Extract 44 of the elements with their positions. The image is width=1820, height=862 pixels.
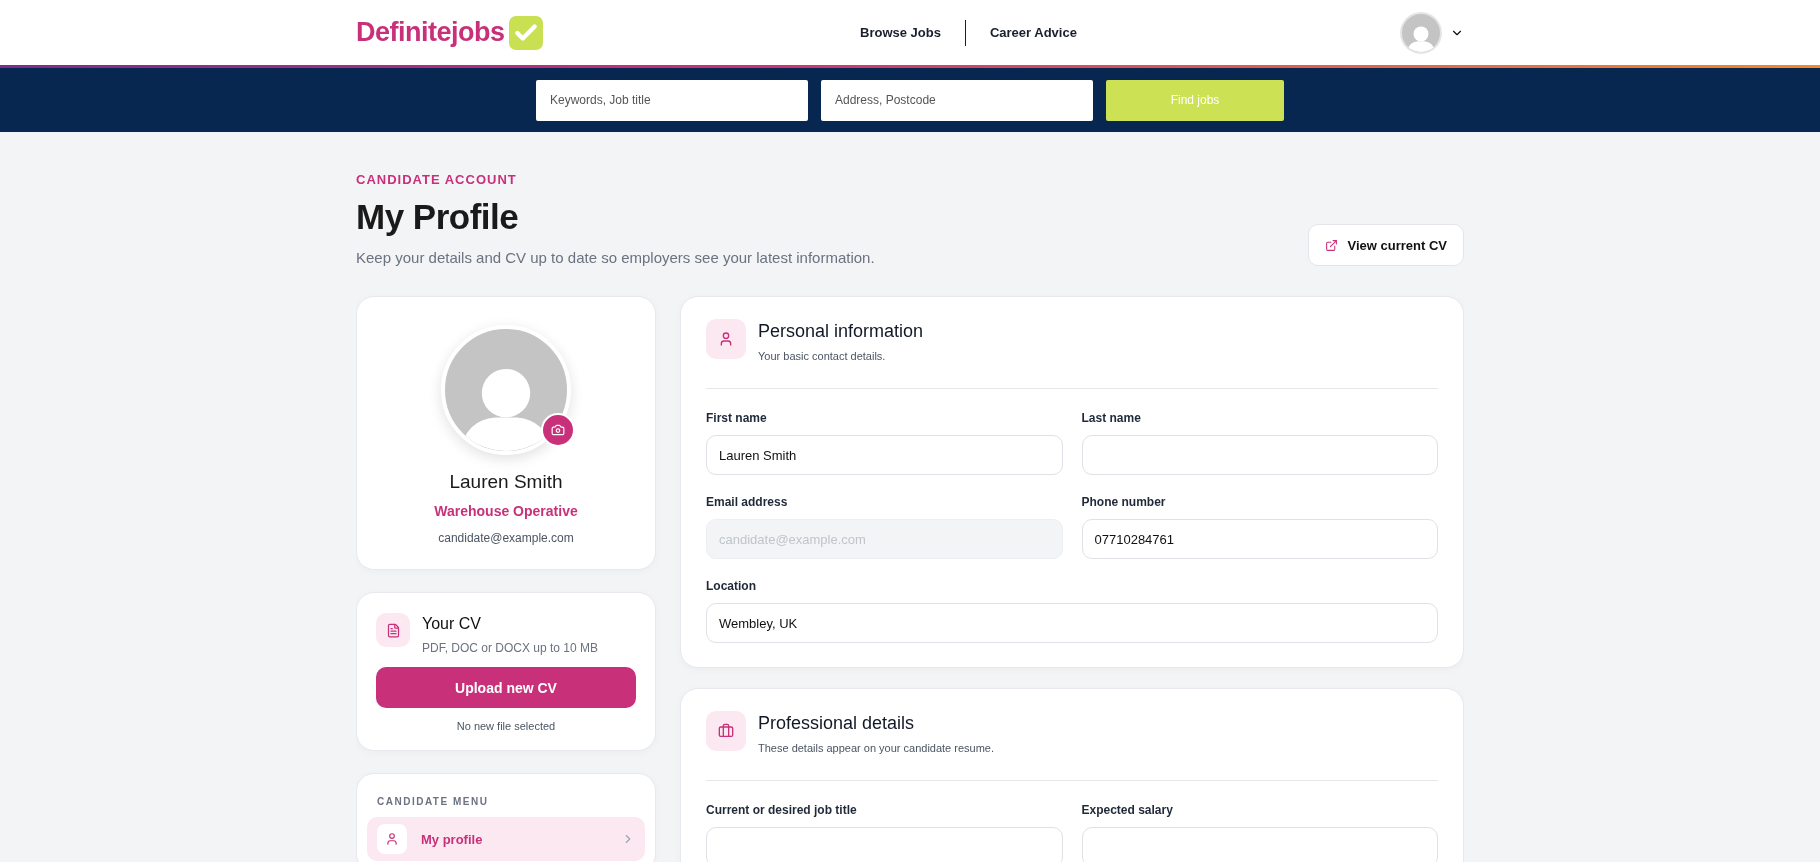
menu-heading: CANDIDATE MENU	[376, 796, 490, 807]
section-subtitle: These details appear on your candidate resume.	[758, 742, 995, 754]
checkmark-logo-icon	[508, 15, 543, 50]
input-field[interactable]: Wembley, UK	[706, 603, 1438, 643]
section-title: Personal information	[758, 321, 924, 342]
section-title: Professional details	[758, 713, 916, 734]
profile-name: Lauren Smith	[449, 471, 563, 493]
person-icon	[377, 824, 407, 854]
input-field[interactable]	[1081, 435, 1438, 475]
page-eyebrow: CANDIDATE ACCOUNT	[356, 172, 518, 187]
page-subtitle: Keep your details and CV up to date so employers see your latest information.	[356, 249, 875, 266]
document-icon	[376, 613, 410, 647]
camera-icon	[551, 423, 565, 437]
field-label: Current or desired job title	[706, 803, 858, 817]
camera-button[interactable]	[541, 413, 575, 447]
field-label: Phone number	[1081, 495, 1167, 509]
profile-email: candidate@example.com	[438, 531, 574, 545]
keyword-search-field[interactable]: Keywords, Job title	[536, 79, 808, 121]
field-label: Expected salary	[1081, 803, 1174, 817]
logo-text[interactable]: Definitejobs	[356, 17, 505, 48]
nav-link[interactable]: Career Advice	[964, 19, 1101, 46]
page-title: My Profile	[356, 197, 520, 237]
nav-link[interactable]: Browse Jobs	[836, 19, 965, 46]
view-cv-button[interactable]: View current CV	[1307, 224, 1464, 266]
external-link-icon	[1324, 238, 1338, 252]
field-label: Last name	[1081, 411, 1142, 425]
input-field[interactable]	[1081, 827, 1438, 862]
input-field[interactable]: 07710284761	[1081, 519, 1438, 559]
upload-cv-button[interactable]: Upload new CV	[376, 667, 636, 708]
cv-title: Your CV	[422, 615, 482, 633]
cv-hint: PDF, DOC or DOCX up to 10 MB	[422, 641, 599, 655]
section-subtitle: Your basic contact details.	[758, 350, 887, 362]
field-label: First name	[706, 411, 768, 425]
briefcase-icon	[718, 723, 734, 739]
file-status: No new file selected	[455, 720, 557, 732]
field-label: Email address	[706, 495, 789, 509]
menu-item[interactable]: My profile	[367, 817, 645, 861]
user-avatar[interactable]	[1400, 11, 1442, 54]
input-field[interactable]	[706, 827, 1063, 862]
location-search-field[interactable]: Address, Postcode	[821, 79, 1093, 121]
profile-job-title: Warehouse Operative	[434, 503, 578, 519]
input-field[interactable]: Lauren Smith	[706, 435, 1063, 475]
field-label: Location	[706, 579, 757, 593]
person-icon	[718, 331, 734, 347]
